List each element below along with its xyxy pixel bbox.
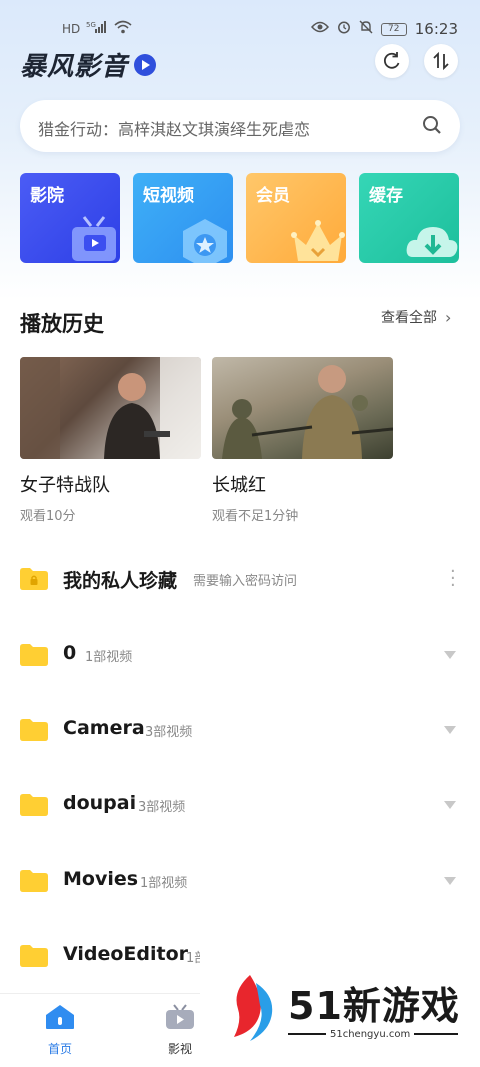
video-title: 长城红 (212, 475, 266, 496)
wifi-icon (114, 20, 132, 37)
refresh-icon (383, 52, 400, 69)
folder-count: 1部视频 (85, 650, 133, 665)
brand-name: 暴风影音 (20, 52, 129, 82)
expand-arrow-icon[interactable] (444, 801, 456, 809)
history-title: 播放历史 (20, 312, 104, 336)
cloud-download-icon (406, 227, 458, 257)
tv-icon (72, 216, 116, 261)
app-header: 暴风影音 (20, 44, 460, 84)
search-placeholder[interactable]: 猎金行动：高梓淇赵文琪演绎生死虐恋 (38, 116, 310, 140)
category-grid: 影院 短视频 会员 缓存 (20, 173, 460, 263)
category-label: 短视频 (143, 186, 194, 206)
category-label: 会员 (256, 186, 290, 206)
folder-note: 需要输入密码访问 (193, 574, 298, 589)
crown-icon (291, 220, 345, 261)
folder-name: Movies (63, 868, 139, 890)
expand-arrow-icon[interactable] (444, 726, 456, 734)
history-item[interactable]: 长城红 观看不足1分钟 (212, 357, 393, 524)
view-all-label: 查看全部 (381, 310, 437, 326)
category-cinema[interactable]: 影院 (20, 173, 120, 263)
search-bar[interactable]: 猎金行动：高梓淇赵文琪演绎生死虐恋 (20, 100, 460, 152)
folder-icon (20, 794, 48, 816)
folder-icon (20, 870, 48, 892)
folder-item[interactable]: Movies 1部视频 (20, 868, 460, 898)
folder-name: 我的私人珍藏 (63, 570, 178, 592)
sort-icon (433, 51, 449, 71)
category-short-video[interactable]: 短视频 (133, 173, 233, 263)
category-label: 影院 (30, 186, 64, 206)
folder-name: VideoEditor (63, 943, 189, 965)
watermark: 51新游戏 51chengyu.com (200, 945, 480, 1067)
expand-arrow-icon[interactable] (444, 651, 456, 659)
hd-icon: HD (62, 21, 81, 36)
watch-progress: 观看不足1分钟 (212, 509, 299, 524)
folder-icon (20, 719, 48, 741)
signal-icon: 5G (86, 20, 108, 37)
video-title: 女子特战队 (20, 475, 110, 496)
svg-text:5G: 5G (86, 21, 96, 29)
category-cache[interactable]: 缓存 (359, 173, 459, 263)
tv-icon (166, 1004, 194, 1029)
folder-icon (20, 644, 48, 666)
video-thumbnail[interactable] (212, 357, 393, 459)
nav-label: 首页 (47, 1042, 72, 1056)
folder-count: 1部视频 (140, 876, 188, 891)
folder-item[interactable]: doupai 3部视频 (20, 792, 460, 822)
locked-folder-icon (20, 568, 48, 590)
folder-name: Camera (63, 717, 145, 739)
nav-home[interactable]: 首页 (30, 1004, 90, 1057)
more-options-icon[interactable]: · · · (450, 563, 456, 595)
view-all-link[interactable]: 查看全部 › (381, 307, 451, 327)
eye-icon (310, 21, 329, 37)
thumbnail-scene (20, 357, 201, 459)
folder-private[interactable]: 我的私人珍藏 需要输入密码访问 · · · (20, 563, 460, 596)
folder-count: 3部视频 (138, 800, 186, 815)
history-item[interactable]: 女子特战队 观看10分 (20, 357, 201, 524)
play-badge-icon (134, 53, 157, 76)
battery-indicator: 72 (380, 22, 407, 36)
home-icon (46, 1005, 74, 1029)
brand-logo: 暴风影音 (20, 46, 157, 83)
folder-icon (20, 945, 48, 967)
expand-arrow-icon[interactable] (444, 877, 456, 885)
refresh-button[interactable] (375, 44, 409, 78)
category-label: 缓存 (369, 186, 403, 206)
sort-button[interactable] (424, 44, 458, 78)
star-hexagon-icon (183, 219, 227, 263)
category-vip[interactable]: 会员 (246, 173, 346, 263)
alarm-icon (337, 20, 351, 38)
folder-item[interactable]: Camera 3部视频 (20, 717, 460, 747)
folder-item[interactable]: 0 1部视频 (20, 642, 460, 672)
chevron-right-icon: › (445, 307, 452, 327)
watermark-logo (234, 975, 273, 1041)
folder-name: 0 (63, 642, 77, 664)
folder-name: doupai (63, 792, 137, 814)
search-icon[interactable] (422, 115, 442, 135)
watch-progress: 观看10分 (20, 509, 76, 524)
mute-icon (359, 20, 373, 38)
watermark-url: 51chengyu.com (326, 1029, 415, 1040)
watermark-text: 51新游戏 (288, 984, 460, 1028)
video-thumbnail[interactable] (20, 357, 201, 459)
folder-count: 3部视频 (145, 725, 193, 740)
clock: 16:23 (414, 20, 458, 38)
thumbnail-scene (222, 365, 393, 459)
status-bar: HD 5G 72 16:23 (0, 14, 480, 44)
